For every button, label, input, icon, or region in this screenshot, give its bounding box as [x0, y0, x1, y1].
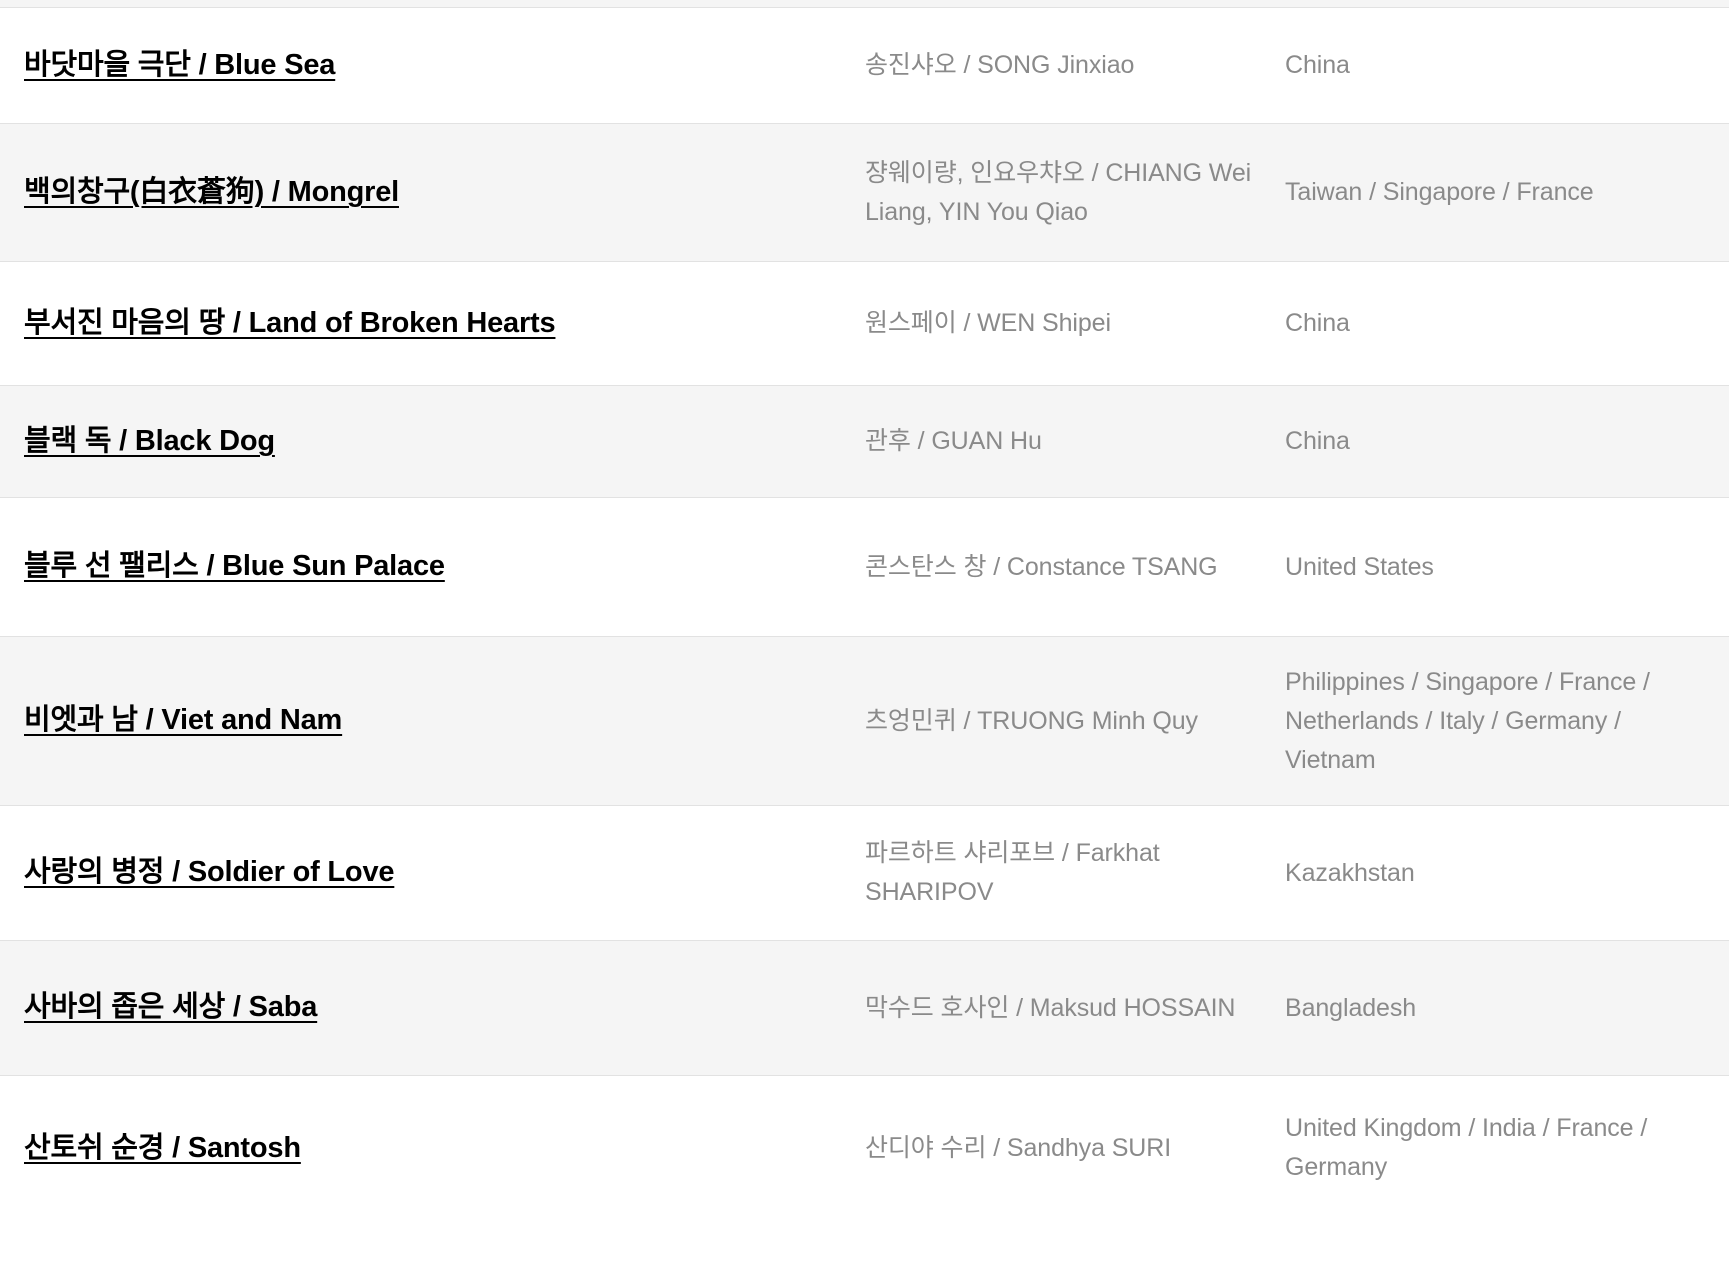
top-strip [0, 0, 1729, 7]
cell-director: 원스페이 / WEN Shipei [865, 262, 1285, 386]
director-name: 관후 / GUAN Hu [865, 427, 1042, 455]
cell-director: 산디야 수리 / Sandhya SURI [865, 1076, 1285, 1221]
cell-country: Taiwan / Singapore / France [1285, 124, 1729, 262]
film-title-link[interactable]: 사랑의 병정 / Soldier of Love [24, 856, 395, 888]
country-name: China [1285, 309, 1350, 337]
cell-country: United States [1285, 498, 1729, 637]
film-title-link[interactable]: 산토쉬 순경 / Santosh [24, 1132, 301, 1164]
cell-director: 쟝웨이량, 인요우챠오 / CHIANG Wei Liang, YIN You … [865, 124, 1285, 262]
cell-country: Bangladesh [1285, 941, 1729, 1076]
table-row[interactable]: 블랙 독 / Black Dog 관후 / GUAN Hu China [0, 385, 1729, 498]
director-name: 콘스탄스 창 / Constance TSANG [865, 552, 1218, 581]
cell-title: 비엣과 남 / Viet and Nam [0, 637, 865, 806]
country-name: United States [1285, 552, 1434, 581]
cell-title: 부서진 마음의 땅 / Land of Broken Hearts [0, 262, 865, 386]
cell-title: 사랑의 병정 / Soldier of Love [0, 806, 865, 941]
film-title-link[interactable]: 바닷마을 극단 / Blue Sea [24, 49, 335, 81]
table-row[interactable]: 바닷마을 극단 / Blue Sea 송진샤오 / SONG Jinxiao C… [0, 7, 1729, 124]
table-row[interactable]: 블루 선 팰리스 / Blue Sun Palace 콘스탄스 창 / Cons… [0, 497, 1729, 637]
country-name: Kazakhstan [1285, 858, 1415, 887]
country-name: Bangladesh [1285, 993, 1417, 1022]
cell-country: China [1285, 262, 1729, 386]
country-name: Taiwan / Singapore / France [1285, 178, 1594, 206]
cell-title: 블랙 독 / Black Dog [0, 386, 865, 498]
film-title-link[interactable]: 백의창구(白衣蒼狗) / Mongrel [24, 176, 399, 208]
cell-country: United Kingdom / India / France / German… [1285, 1076, 1729, 1221]
table-row[interactable]: 사랑의 병정 / Soldier of Love 파르하트 샤리포브 / Far… [0, 805, 1729, 941]
cell-country: China [1285, 8, 1729, 124]
cell-title: 산토쉬 순경 / Santosh [0, 1076, 865, 1221]
table-row[interactable]: 부서진 마음의 땅 / Land of Broken Hearts 원스페이 /… [0, 261, 1729, 386]
cell-director: 츠엉민퀴 / TRUONG Minh Quy [865, 637, 1285, 806]
film-lineup-page: 바닷마을 극단 / Blue Sea 송진샤오 / SONG Jinxiao C… [0, 0, 1729, 1275]
cell-title: 사바의 좁은 세상 / Saba [0, 941, 865, 1076]
cell-director: 파르하트 샤리포브 / Farkhat SHARIPOV [865, 806, 1285, 941]
director-name: 원스페이 / WEN Shipei [865, 309, 1111, 337]
film-title-link[interactable]: 블랙 독 / Black Dog [24, 425, 275, 457]
cell-country: China [1285, 386, 1729, 498]
cell-title: 블루 선 팰리스 / Blue Sun Palace [0, 498, 865, 637]
director-name: 산디야 수리 / Sandhya SURI [865, 1133, 1172, 1162]
country-name: United Kingdom / India / France / German… [1285, 1114, 1648, 1182]
cell-director: 막수드 호사인 / Maksud HOSSAIN [865, 941, 1285, 1076]
table-row[interactable]: 사바의 좁은 세상 / Saba 막수드 호사인 / Maksud HOSSAI… [0, 940, 1729, 1076]
cell-title: 백의창구(白衣蒼狗) / Mongrel [0, 124, 865, 262]
film-title-link[interactable]: 비엣과 남 / Viet and Nam [24, 704, 342, 736]
table-row[interactable]: 백의창구(白衣蒼狗) / Mongrel 쟝웨이량, 인요우챠오 / CHIAN… [0, 123, 1729, 262]
cell-director: 관후 / GUAN Hu [865, 386, 1285, 498]
director-name: 파르하트 샤리포브 / Farkhat SHARIPOV [865, 839, 1160, 906]
country-name: China [1285, 427, 1350, 455]
film-title-link[interactable]: 부서진 마음의 땅 / Land of Broken Hearts [24, 307, 556, 339]
director-name: 츠엉민퀴 / TRUONG Minh Quy [865, 706, 1198, 735]
country-name: Philippines / Singapore / France / Nethe… [1285, 667, 1650, 774]
director-name: 송진샤오 / SONG Jinxiao [865, 51, 1135, 79]
film-lineup-body: 바닷마을 극단 / Blue Sea 송진샤오 / SONG Jinxiao C… [0, 7, 1729, 1221]
cell-director: 콘스탄스 창 / Constance TSANG [865, 498, 1285, 637]
director-name: 막수드 호사인 / Maksud HOSSAIN [865, 993, 1236, 1022]
cell-country: Kazakhstan [1285, 806, 1729, 941]
cell-country: Philippines / Singapore / France / Nethe… [1285, 637, 1729, 806]
film-title-link[interactable]: 블루 선 팰리스 / Blue Sun Palace [24, 550, 445, 582]
director-name: 쟝웨이량, 인요우챠오 / CHIANG Wei Liang, YIN You … [865, 158, 1252, 226]
cell-director: 송진샤오 / SONG Jinxiao [865, 8, 1285, 124]
film-title-link[interactable]: 사바의 좁은 세상 / Saba [24, 991, 317, 1023]
country-name: China [1285, 51, 1350, 79]
table-row[interactable]: 비엣과 남 / Viet and Nam 츠엉민퀴 / TRUONG Minh … [0, 636, 1729, 806]
cell-title: 바닷마을 극단 / Blue Sea [0, 8, 865, 124]
table-row[interactable]: 산토쉬 순경 / Santosh 산디야 수리 / Sandhya SURI U… [0, 1075, 1729, 1221]
film-lineup-table: 바닷마을 극단 / Blue Sea 송진샤오 / SONG Jinxiao C… [0, 7, 1729, 1221]
